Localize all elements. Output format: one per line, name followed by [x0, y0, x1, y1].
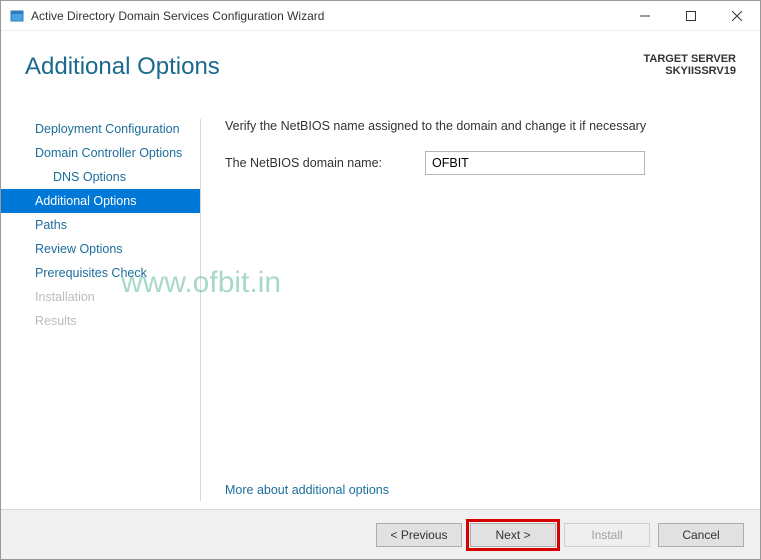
netbios-row: The NetBIOS domain name: [225, 151, 736, 175]
cancel-button[interactable]: Cancel [658, 523, 744, 547]
wizard-footer: < Previous Next > Install Cancel [1, 509, 760, 559]
step-dns-options[interactable]: DNS Options [1, 165, 201, 189]
netbios-input[interactable] [425, 151, 645, 175]
maximize-button[interactable] [668, 1, 714, 30]
netbios-label: The NetBIOS domain name: [225, 156, 425, 170]
target-server-name: SKYIISSRV19 [644, 65, 737, 77]
target-server-block: TARGET SERVER SKYIISSRV19 [644, 53, 737, 77]
window-title: Active Directory Domain Services Configu… [31, 9, 622, 23]
next-button[interactable]: Next > [470, 523, 556, 547]
wizard-steps-sidebar: Deployment Configuration Domain Controll… [1, 111, 201, 509]
target-server-label: TARGET SERVER [644, 53, 737, 65]
content-area: Additional Options TARGET SERVER SKYIISS… [1, 31, 760, 559]
options-pane: Verify the NetBIOS name assigned to the … [201, 111, 760, 509]
titlebar: Active Directory Domain Services Configu… [1, 1, 760, 31]
window-buttons [622, 1, 760, 30]
instruction-text: Verify the NetBIOS name assigned to the … [225, 119, 736, 133]
step-prerequisites-check[interactable]: Prerequisites Check [1, 261, 201, 285]
close-button[interactable] [714, 1, 760, 30]
minimize-button[interactable] [622, 1, 668, 30]
app-icon [9, 8, 25, 24]
install-button: Install [564, 523, 650, 547]
page-header: Additional Options TARGET SERVER SKYIISS… [1, 31, 760, 91]
main-area: Deployment Configuration Domain Controll… [1, 111, 760, 509]
step-installation: Installation [1, 285, 201, 309]
more-about-link[interactable]: More about additional options [225, 483, 389, 497]
wizard-window: Active Directory Domain Services Configu… [0, 0, 761, 560]
step-paths[interactable]: Paths [1, 213, 201, 237]
page-title: Additional Options [25, 53, 220, 81]
step-additional-options[interactable]: Additional Options [1, 189, 201, 213]
previous-button[interactable]: < Previous [376, 523, 462, 547]
step-review-options[interactable]: Review Options [1, 237, 201, 261]
step-domain-controller-options[interactable]: Domain Controller Options [1, 141, 201, 165]
step-results: Results [1, 309, 201, 333]
step-deployment-configuration[interactable]: Deployment Configuration [1, 117, 201, 141]
